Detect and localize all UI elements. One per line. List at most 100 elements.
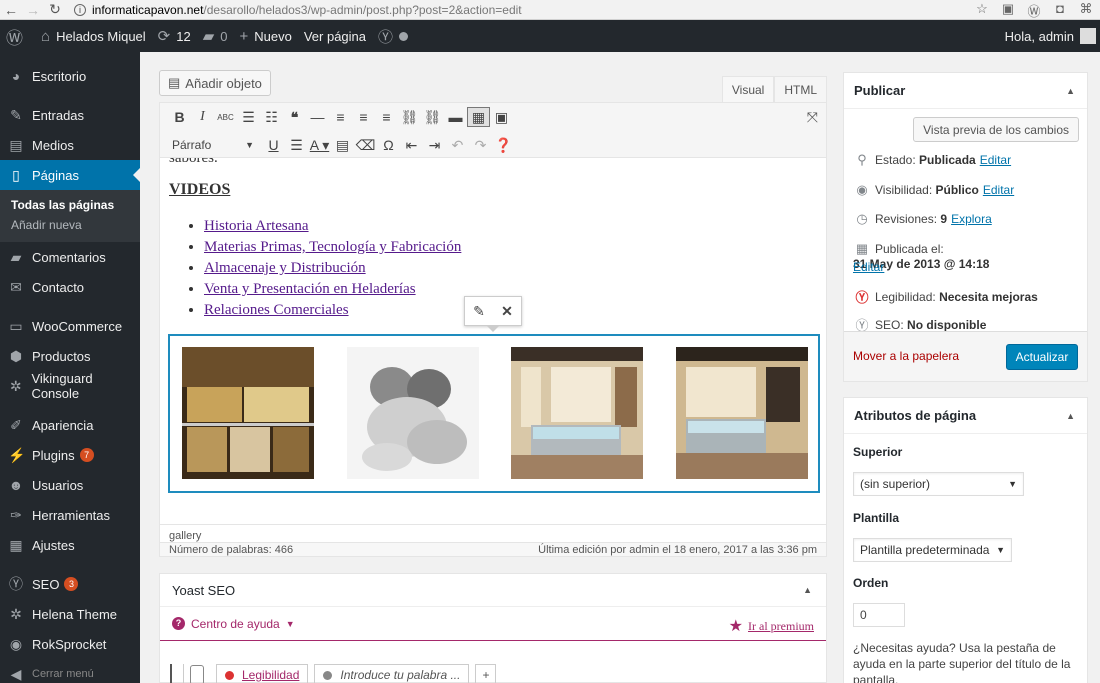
link-icon[interactable]: ⛓ [398, 109, 421, 126]
add-media-button[interactable]: ▤ Añadir objeto [159, 70, 271, 96]
format-select[interactable]: Párrafo ▼ [168, 135, 258, 155]
align-left-icon[interactable]: ≡ [329, 109, 352, 125]
tab-visual[interactable]: Visual [721, 76, 775, 102]
wp-logo-button[interactable]: Ⓦ [0, 20, 35, 52]
edit-visibility-link[interactable]: Editar [983, 183, 1014, 197]
tab-html[interactable]: HTML [774, 76, 827, 102]
bullet-list-icon[interactable]: ☰ [237, 109, 260, 126]
address-bar[interactable]: i informaticapavon.net/desarollo/helados… [74, 3, 522, 17]
close-icon[interactable]: ✕ [501, 303, 513, 320]
tab-readability[interactable]: Legibilidad [216, 664, 309, 683]
video-link[interactable]: Relaciones Comerciales [204, 302, 349, 318]
collapse-arrow-icon[interactable]: ▲ [803, 585, 812, 595]
underline-icon[interactable]: U [262, 137, 285, 153]
read-more-icon[interactable]: ▬ [444, 109, 467, 125]
new-content-button[interactable]: + Nuevo [234, 20, 298, 52]
yoast-adminbar-button[interactable]: Ⓨ [372, 20, 414, 52]
gallery-block[interactable] [168, 334, 820, 493]
sidebar-item-escritorio[interactable]: ◕ Escritorio [0, 61, 140, 91]
sidebar-item-vikinguard[interactable]: ✲ Vikinguard Console [0, 371, 140, 401]
extension-square-icon[interactable]: ◘ [1052, 1, 1068, 17]
updates-button[interactable]: ⟳ 12 [152, 20, 197, 52]
forward-arrow-icon[interactable]: → [22, 2, 44, 18]
add-keyword-button[interactable]: + [475, 664, 497, 683]
template-select[interactable]: Plantilla predeterminada ▼ [853, 538, 1012, 562]
horizontal-line-icon[interactable]: — [306, 109, 329, 125]
gallery-image-shop-interior[interactable] [511, 347, 643, 479]
sidebar-item-comentarios[interactable]: ▰ Comentarios [0, 242, 140, 272]
toolbar-toggle-icon[interactable]: ▦ [467, 107, 490, 127]
order-input[interactable]: 0 [853, 603, 905, 627]
my-account-button[interactable]: Hola, admin [1005, 20, 1100, 52]
move-to-trash-link[interactable]: Mover a la papelera [853, 349, 959, 363]
submenu-all-pages[interactable]: Todas las páginas [0, 195, 140, 215]
sidebar-item-plugins[interactable]: ⚡ Plugins 7 [0, 440, 140, 470]
browse-revisions-link[interactable]: Explora [951, 212, 992, 226]
info-icon[interactable]: i [74, 3, 86, 16]
sidebar-item-entradas[interactable]: ✎ Entradas [0, 100, 140, 130]
sidebar-item-herramientas[interactable]: ✑ Herramientas [0, 500, 140, 530]
yoast-header[interactable]: Yoast SEO ▲ [160, 574, 826, 607]
extension-puzzle-icon[interactable]: ⌘ [1078, 1, 1094, 17]
video-link[interactable]: Historia Artesana [204, 218, 309, 234]
justify-icon[interactable]: ☰ [285, 137, 308, 154]
sidebar-item-ajustes[interactable]: ▦ Ajustes [0, 530, 140, 560]
sidebar-item-helena-theme[interactable]: ✲ Helena Theme [0, 599, 140, 629]
redo-icon[interactable]: ↷ [469, 137, 492, 154]
sidebar-item-paginas[interactable]: ▯ Páginas [0, 160, 140, 190]
chevron-down-icon[interactable]: ▼ [286, 619, 295, 629]
strikethrough-icon[interactable]: ABC [214, 113, 237, 122]
back-arrow-icon[interactable]: ← [0, 2, 22, 18]
submenu-add-new[interactable]: Añadir nueva [0, 215, 140, 235]
sidebar-item-productos[interactable]: ⬢ Productos [0, 341, 140, 371]
go-premium[interactable]: ★ Ir al premium [729, 616, 814, 636]
site-name-button[interactable]: ⌂ Helados Miquel [35, 20, 152, 52]
collapse-arrow-icon[interactable]: ▲ [1066, 411, 1075, 421]
view-page-button[interactable]: Ver página [298, 20, 372, 52]
editor-content[interactable]: sabores. VIDEOS Historia Artesana Materi… [159, 158, 827, 525]
page-attributes-header[interactable]: Atributos de página ▲ [844, 398, 1087, 434]
sidebar-item-collapse[interactable]: ◀ Cerrar menú [0, 659, 140, 683]
undo-icon[interactable]: ↶ [446, 137, 469, 154]
go-premium-link[interactable]: Ir al premium [748, 619, 814, 634]
wordpress-extension-icon[interactable]: Ⓦ [1026, 1, 1042, 19]
video-link[interactable]: Venta y Presentación en Heladerías [204, 281, 416, 297]
gallery-image-icecream-display[interactable] [182, 347, 314, 479]
sidebar-item-apariencia[interactable]: ✐ Apariencia [0, 410, 140, 440]
special-character-icon[interactable]: Ω [377, 137, 400, 153]
edit-date-link[interactable]: Editar [853, 260, 884, 274]
yoast-traffic-icon[interactable] [190, 665, 204, 683]
text-color-icon[interactable]: A ▾ [308, 137, 331, 154]
bold-icon[interactable]: B [168, 109, 191, 125]
sidebar-item-medios[interactable]: ▤ Medios [0, 130, 140, 160]
sidebar-item-seo[interactable]: Ⓨ SEO 3 [0, 569, 140, 599]
video-link[interactable]: Materias Primas, Tecnología y Fabricació… [204, 239, 461, 255]
video-link[interactable]: Almacenaje y Distribución [204, 260, 366, 276]
italic-icon[interactable]: I [191, 109, 214, 125]
help-icon[interactable]: ❓ [492, 137, 515, 154]
publish-header[interactable]: Publicar ▲ [844, 73, 1087, 109]
preview-changes-button[interactable]: Vista previa de los cambios [913, 117, 1079, 142]
clear-formatting-icon[interactable]: ⌫ [354, 137, 377, 154]
outdent-icon[interactable]: ⇤ [400, 137, 423, 154]
sidebar-item-roksprocket[interactable]: ◉ RokSprocket [0, 629, 140, 659]
fullscreen-icon[interactable]: ⤧ [807, 109, 818, 126]
sidebar-item-contacto[interactable]: ✉ Contacto [0, 272, 140, 302]
parent-select[interactable]: (sin superior) ▼ [853, 472, 1024, 496]
tab-keyword[interactable]: Introduce tu palabra ... [314, 664, 470, 683]
sidebar-item-woocommerce[interactable]: ▭ WooCommerce [0, 311, 140, 341]
comments-button[interactable]: ▰ 0 [197, 20, 234, 52]
align-center-icon[interactable]: ≡ [352, 109, 375, 125]
edit-status-link[interactable]: Editar [980, 153, 1011, 167]
unlink-icon[interactable]: ⛓ [421, 109, 444, 126]
align-right-icon[interactable]: ≡ [375, 109, 398, 125]
extension-icon[interactable]: ▣ [1000, 1, 1016, 17]
help-center-toggle[interactable]: Centro de ayuda [191, 617, 280, 631]
collapse-arrow-icon[interactable]: ▲ [1066, 86, 1075, 96]
reload-icon[interactable]: ↻ [44, 1, 66, 18]
shortcode-icon[interactable]: ▣ [490, 109, 513, 126]
update-button[interactable]: Actualizar [1006, 344, 1078, 370]
blockquote-icon[interactable]: ❝ [283, 109, 306, 126]
pencil-edit-icon[interactable]: ✎ [473, 303, 485, 320]
indent-icon[interactable]: ⇥ [423, 137, 446, 154]
